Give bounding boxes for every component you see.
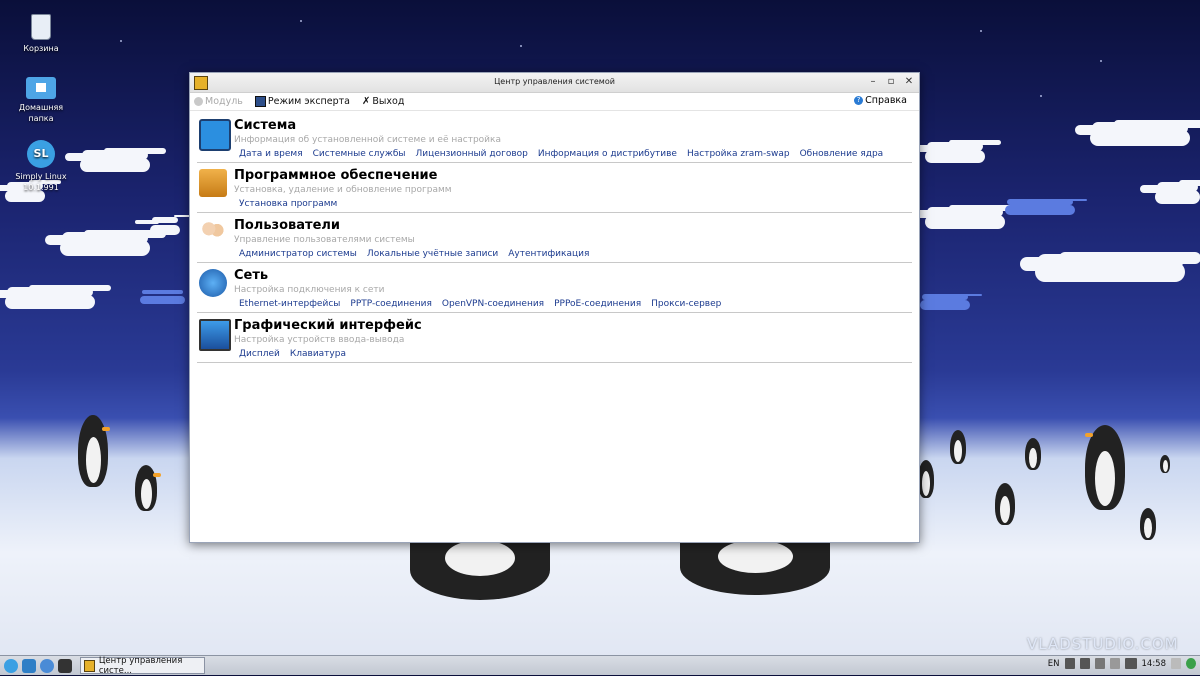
window-title: Центр управления системой bbox=[494, 77, 615, 86]
system-monitor-icon bbox=[199, 119, 231, 151]
section-title[interactable]: Сеть bbox=[234, 268, 268, 283]
section-title[interactable]: Пользователи bbox=[234, 218, 340, 233]
network-icon[interactable] bbox=[1064, 658, 1075, 669]
system-tray: EN 14:58 bbox=[1048, 658, 1196, 669]
desktop-icon-label: Simply Linux 10.1.991 bbox=[15, 172, 67, 192]
section-1: Программное обеспечение Установка, удален… bbox=[197, 163, 912, 213]
section-0: Система Информация об установленной систе… bbox=[197, 113, 912, 163]
updates-icon[interactable] bbox=[1186, 658, 1196, 669]
users-icon bbox=[199, 219, 227, 247]
section-description: Настройка подключения к сети bbox=[234, 285, 385, 295]
module-link[interactable]: Настройка zram-swap bbox=[687, 149, 790, 159]
module-link[interactable]: OpenVPN-соединения bbox=[442, 299, 544, 309]
removable-drive-icon[interactable] bbox=[1109, 658, 1120, 669]
module-link[interactable]: Дисплей bbox=[239, 349, 280, 359]
exit-button[interactable]: ✗ Выход bbox=[362, 96, 404, 107]
volume-icon[interactable] bbox=[1124, 658, 1137, 669]
help-icon: ? bbox=[854, 96, 864, 105]
sections-list: Система Информация об установленной систе… bbox=[190, 111, 919, 363]
control-center-window: Центр управления системой – ▫ ✕ Модуль Р… bbox=[189, 72, 920, 543]
module-link[interactable]: Дата и время bbox=[239, 149, 303, 159]
exit-x-icon: ✗ bbox=[361, 96, 371, 107]
display-icon bbox=[199, 319, 231, 351]
module-link[interactable]: Администратор системы bbox=[239, 249, 357, 259]
clipboard-icon[interactable] bbox=[1094, 658, 1105, 669]
module-link[interactable]: Аутентификация bbox=[508, 249, 589, 259]
exit-label: Выход bbox=[372, 96, 405, 107]
section-links: Дата и время Системные службы Лицензионный… bbox=[239, 149, 883, 159]
clock[interactable]: 14:58 bbox=[1142, 659, 1167, 669]
trash-icon bbox=[31, 14, 51, 40]
section-links: Дисплей Клавиатура bbox=[239, 349, 346, 359]
section-description: Управление пользователями системы bbox=[234, 235, 415, 245]
module-link[interactable]: PPTP-соединения bbox=[350, 299, 431, 309]
section-links: Ethernet-интерфейсы PPTP-соединения OpenVP… bbox=[239, 299, 721, 309]
module-link[interactable]: Ethernet-интерфейсы bbox=[239, 299, 340, 309]
section-description: Настройка устройств ввода-вывода bbox=[234, 335, 405, 345]
module-link[interactable]: PPPoE-соединения bbox=[554, 299, 641, 309]
module-link[interactable]: Лицензионный договор bbox=[415, 149, 527, 159]
desktop-icon-label: Корзина bbox=[23, 44, 59, 53]
app-icon bbox=[84, 659, 95, 672]
wallpaper-watermark: VLADSTUDIO.COM bbox=[1027, 635, 1179, 653]
home-folder-icon bbox=[26, 77, 56, 99]
desktop-icon-trash[interactable]: Корзина bbox=[9, 14, 73, 54]
start-menu-icon[interactable] bbox=[4, 658, 18, 673]
help-label: Справка bbox=[865, 95, 907, 106]
module-label: Модуль bbox=[205, 96, 243, 107]
module-link[interactable]: Локальные учётные записи bbox=[367, 249, 498, 259]
taskbar: Центр управления систе... EN 14:58 bbox=[0, 655, 1200, 676]
package-box-icon bbox=[199, 169, 227, 197]
module-link[interactable]: Системные службы bbox=[313, 149, 406, 159]
section-title[interactable]: Графический интерфейс bbox=[234, 318, 422, 333]
desktop-icon-home-folder[interactable]: Домашняя папка bbox=[9, 77, 73, 124]
section-links: Установка программ bbox=[239, 199, 337, 209]
simply-linux-logo-icon: SL bbox=[27, 140, 55, 168]
power-icon[interactable] bbox=[1079, 658, 1090, 669]
module-link[interactable]: Прокси-сервер bbox=[651, 299, 721, 309]
back-arrow-icon bbox=[194, 97, 203, 106]
help-button[interactable]: ? Справка bbox=[854, 95, 907, 106]
module-link[interactable]: Обновление ядра bbox=[800, 149, 884, 159]
section-title[interactable]: Программное обеспечение bbox=[234, 168, 437, 183]
monitor-icon bbox=[254, 96, 266, 107]
network-globe-icon bbox=[199, 269, 227, 297]
toolbar: Модуль Режим эксперта ✗ Выход bbox=[190, 93, 919, 111]
section-3: Сеть Настройка подключения к сети Ethernet… bbox=[197, 263, 912, 313]
notifications-icon[interactable] bbox=[1171, 658, 1181, 669]
section-links: Администратор системы Локальные учётные з… bbox=[239, 249, 589, 259]
close-button[interactable]: ✕ bbox=[903, 75, 915, 89]
section-2: Пользователи Управление пользователями си… bbox=[197, 213, 912, 263]
taskbar-window-button[interactable]: Центр управления систе... bbox=[80, 655, 205, 676]
desktop-icon-label: Домашняя папка bbox=[18, 103, 64, 123]
taskbar-window-label: Центр управления систе... bbox=[98, 655, 183, 676]
module-link[interactable]: Установка программ bbox=[239, 199, 337, 209]
expert-mode-label: Режим эксперта bbox=[267, 96, 350, 107]
section-4: Графический интерфейс Настройка устройств… bbox=[197, 313, 912, 363]
module-link[interactable]: Клавиатура bbox=[290, 349, 346, 359]
section-description: Установка, удаление и обновление програм… bbox=[234, 185, 452, 195]
desktop-icon-simply-linux[interactable]: SL Simply Linux 10.1.991 bbox=[9, 140, 73, 193]
section-description: Информация об установленной системе и её… bbox=[234, 135, 501, 145]
title-bar[interactable]: Центр управления системой – ▫ ✕ bbox=[190, 73, 919, 93]
minimize-button[interactable]: – bbox=[867, 75, 879, 89]
terminal-icon[interactable] bbox=[58, 658, 72, 673]
section-title[interactable]: Система bbox=[234, 118, 296, 133]
browser-icon[interactable] bbox=[40, 658, 54, 673]
keyboard-layout[interactable]: EN bbox=[1048, 659, 1060, 669]
maximize-button[interactable]: ▫ bbox=[885, 75, 897, 89]
module-button[interactable]: Модуль bbox=[194, 96, 243, 107]
expert-mode-button[interactable]: Режим эксперта bbox=[254, 96, 350, 107]
module-link[interactable]: Информация о дистрибутиве bbox=[538, 149, 677, 159]
show-desktop-icon[interactable] bbox=[22, 658, 36, 673]
